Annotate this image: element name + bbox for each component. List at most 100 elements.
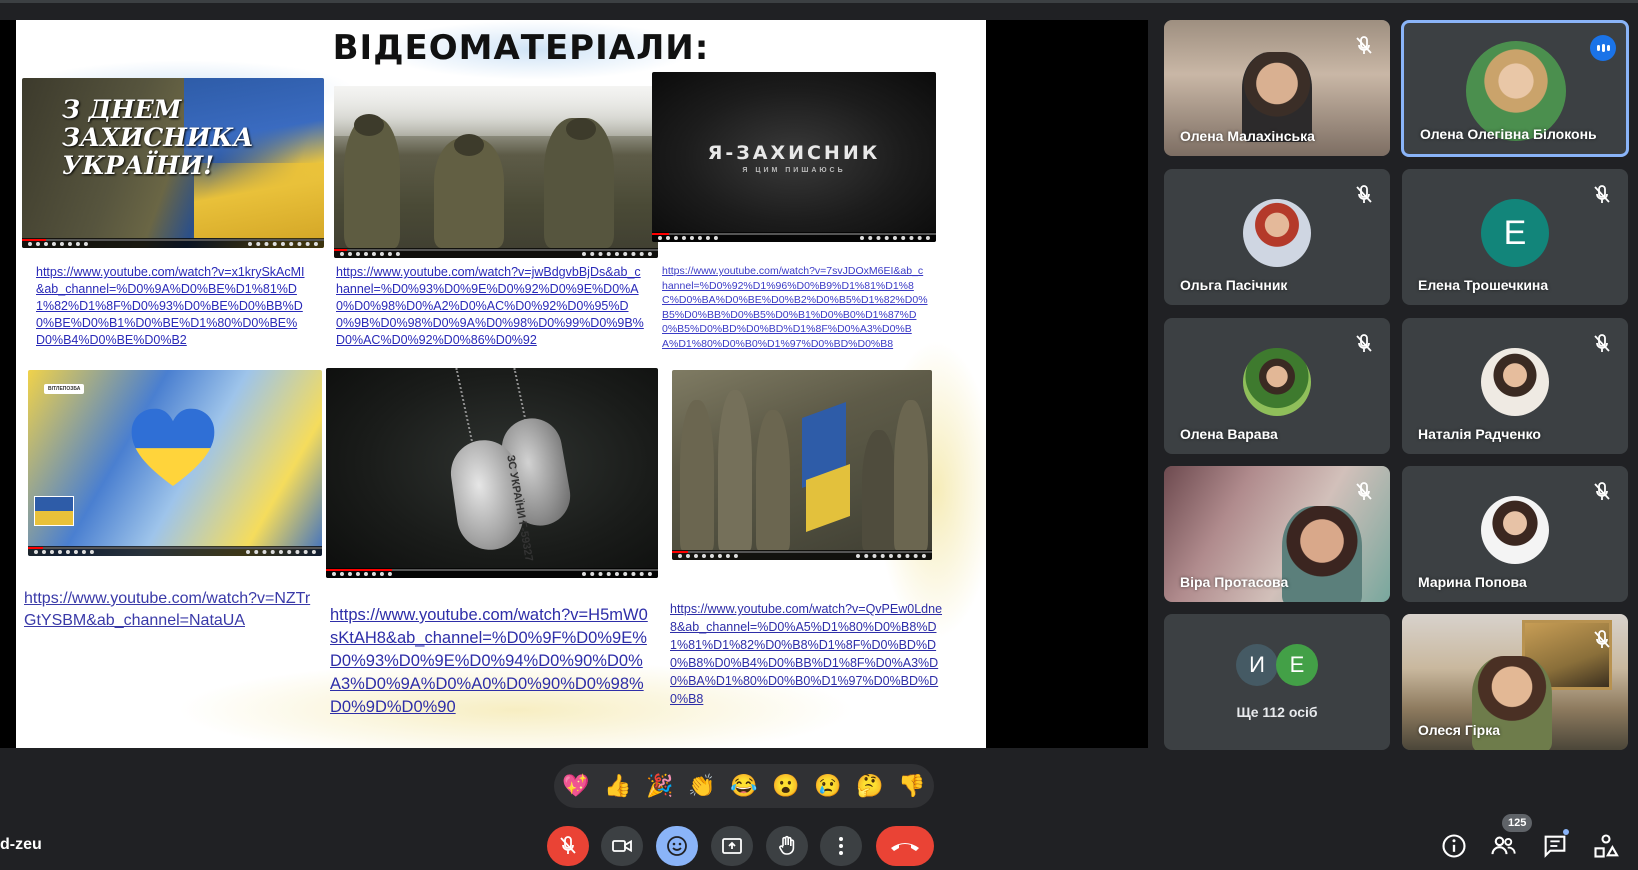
soldier-figure bbox=[680, 400, 714, 550]
presentation-stage: ВІДЕОМАТЕРІАЛИ: З ДНЕМ ЗАХИСНИКА УКРАЇНИ… bbox=[0, 20, 1148, 748]
reactions-bar: 💖 👍 🎉 👏 😂 😮 😢 🤔 👎 bbox=[554, 764, 934, 808]
thumbnail-tag: ВІТЛЕПОЗБА bbox=[44, 384, 85, 394]
present-screen-button[interactable] bbox=[711, 826, 753, 866]
participant-tile-active-speaker[interactable]: Олена Олегівна Білоконь bbox=[1401, 20, 1629, 157]
helmet bbox=[454, 134, 484, 156]
participant-name: Марина Попова bbox=[1418, 574, 1527, 590]
mic-off-icon bbox=[1594, 482, 1610, 500]
soldier-figure bbox=[894, 400, 928, 550]
player-controls bbox=[326, 568, 658, 578]
avatar bbox=[1243, 199, 1311, 267]
raise-hand-button[interactable] bbox=[766, 826, 808, 866]
video-link-1[interactable]: https://www.youtube.com/watch?v=x1krySkA… bbox=[36, 264, 306, 349]
top-strip bbox=[0, 0, 1638, 3]
participant-name: Наталія Радченко bbox=[1418, 426, 1541, 442]
emoji-reactions-button[interactable] bbox=[656, 826, 698, 866]
player-controls bbox=[28, 546, 322, 556]
mic-off-icon bbox=[1356, 36, 1372, 54]
video-thumbnail-dog-tags: ЗС УКРАЇНИ Г-59327 bbox=[326, 368, 658, 578]
video-thumbnail-defender-day: З ДНЕМ ЗАХИСНИКА УКРАЇНИ! bbox=[22, 78, 324, 248]
participant-name: Елена Трошечкина bbox=[1418, 277, 1549, 293]
video-link-6[interactable]: https://www.youtube.com/watch?v=QvPEw0Ld… bbox=[670, 600, 944, 708]
avatar-letter: И bbox=[1236, 644, 1278, 686]
video-thumbnail-heart: ВІТЛЕПОЗБА bbox=[28, 370, 322, 556]
meeting-code: d-zeu bbox=[0, 836, 42, 853]
reaction-thumbs-down[interactable]: 👎 bbox=[896, 770, 928, 802]
meet-window: ВІДЕОМАТЕРІАЛИ: З ДНЕМ ЗАХИСНИКА УКРАЇНИ… bbox=[0, 0, 1638, 870]
soldier-figure bbox=[718, 390, 752, 550]
chat-unread-dot bbox=[1563, 829, 1569, 835]
reaction-laugh[interactable]: 😂 bbox=[728, 770, 760, 802]
end-call-icon bbox=[891, 843, 919, 851]
video-link-5[interactable]: https://www.youtube.com/watch?v=H5mW0sKt… bbox=[330, 604, 652, 719]
mic-off-icon bbox=[1594, 630, 1610, 648]
participant-tile[interactable]: E Елена Трошечкина bbox=[1402, 169, 1628, 305]
reaction-thumbs-up[interactable]: 👍 bbox=[602, 770, 634, 802]
participant-name: Ольга Пасічник bbox=[1180, 277, 1288, 293]
participant-name: Олена Варава bbox=[1180, 426, 1278, 442]
thumbnail-subtitle-text: Я ЦИМ ПИШАЮСЬ bbox=[742, 167, 846, 174]
mic-off-icon bbox=[1594, 334, 1610, 352]
people-count-badge: 125 bbox=[1502, 814, 1533, 832]
helmet bbox=[354, 114, 384, 136]
reaction-clap[interactable]: 👏 bbox=[686, 770, 718, 802]
participant-name: Віра Протасова bbox=[1180, 574, 1289, 590]
presentation-slide: ВІДЕОМАТЕРІАЛИ: З ДНЕМ ЗАХИСНИКА УКРАЇНИ… bbox=[16, 20, 986, 748]
avatar-letter: E bbox=[1276, 644, 1318, 686]
mic-off-icon bbox=[560, 836, 576, 854]
mini-preview bbox=[34, 496, 74, 526]
video-thumbnail-flag-soldiers bbox=[672, 370, 932, 560]
reaction-heart[interactable]: 💖 bbox=[560, 770, 592, 802]
more-options-button[interactable] bbox=[820, 826, 862, 866]
chat-icon[interactable] bbox=[1541, 832, 1569, 860]
reaction-party[interactable]: 🎉 bbox=[644, 770, 676, 802]
participant-tile[interactable]: Наталія Радченко bbox=[1402, 318, 1628, 454]
reaction-surprise[interactable]: 😮 bbox=[770, 770, 802, 802]
more-participants-label: Ще 112 осіб bbox=[1236, 704, 1318, 720]
mic-off-icon bbox=[1356, 334, 1372, 352]
info-icon[interactable] bbox=[1440, 832, 1468, 860]
player-controls bbox=[22, 238, 324, 248]
player-controls bbox=[334, 248, 658, 258]
thumbnail-title-text: Я-ЗАХИСНИК bbox=[707, 142, 881, 164]
mic-toggle-button[interactable] bbox=[547, 826, 589, 866]
speaking-indicator-icon bbox=[1590, 35, 1616, 61]
player-controls bbox=[672, 550, 932, 560]
helmet bbox=[566, 118, 596, 140]
video-link-3[interactable]: https://www.youtube.com/watch?v=7svJDOxM… bbox=[662, 264, 928, 351]
reaction-thinking[interactable]: 🤔 bbox=[854, 770, 886, 802]
participant-tile[interactable]: Олена Варава bbox=[1164, 318, 1390, 454]
present-icon bbox=[722, 838, 742, 854]
mic-off-icon bbox=[1356, 185, 1372, 203]
participant-tile[interactable]: Олеся Гірка bbox=[1402, 614, 1628, 750]
people-icon[interactable] bbox=[1489, 832, 1517, 860]
end-call-button[interactable] bbox=[876, 826, 934, 866]
heart-icon bbox=[128, 405, 218, 495]
camera-icon bbox=[612, 839, 632, 853]
more-options-icon bbox=[839, 837, 843, 855]
player-controls bbox=[652, 232, 936, 242]
participant-name: Олена Олегівна Білоконь bbox=[1420, 126, 1597, 142]
emoji-icon bbox=[667, 836, 687, 856]
mic-off-icon bbox=[1594, 185, 1610, 203]
participant-tile[interactable]: Марина Попова bbox=[1402, 466, 1628, 602]
participant-tile[interactable]: Олена Малахінська bbox=[1164, 20, 1390, 156]
video-link-2[interactable]: https://www.youtube.com/watch?v=jwBdgvbB… bbox=[336, 264, 646, 349]
video-link-4[interactable]: https://www.youtube.com/watch?v=NZTrGtYS… bbox=[24, 588, 314, 632]
raise-hand-icon bbox=[779, 835, 795, 855]
participant-name: Олеся Гірка bbox=[1418, 722, 1501, 738]
camera-toggle-button[interactable] bbox=[601, 826, 643, 866]
more-participants-tile[interactable]: И E Ще 112 осіб bbox=[1164, 614, 1390, 750]
participant-tile[interactable]: Ольга Пасічник bbox=[1164, 169, 1390, 305]
avatar bbox=[1481, 348, 1549, 416]
reaction-sad[interactable]: 😢 bbox=[812, 770, 844, 802]
avatar bbox=[1243, 348, 1311, 416]
activities-icon[interactable] bbox=[1592, 832, 1620, 860]
participant-name: Олена Малахінська bbox=[1180, 128, 1315, 144]
soldier-figure bbox=[862, 430, 896, 550]
slide-title: ВІДЕОМАТЕРІАЛИ: bbox=[332, 28, 710, 68]
participant-tile[interactable]: Віра Протасова bbox=[1164, 466, 1390, 602]
soldier-figure bbox=[344, 118, 400, 248]
avatar bbox=[1481, 496, 1549, 564]
video-thumbnail-ya-zakhysnyk: Я-ЗАХИСНИК Я ЦИМ ПИШАЮСЬ bbox=[652, 72, 936, 242]
